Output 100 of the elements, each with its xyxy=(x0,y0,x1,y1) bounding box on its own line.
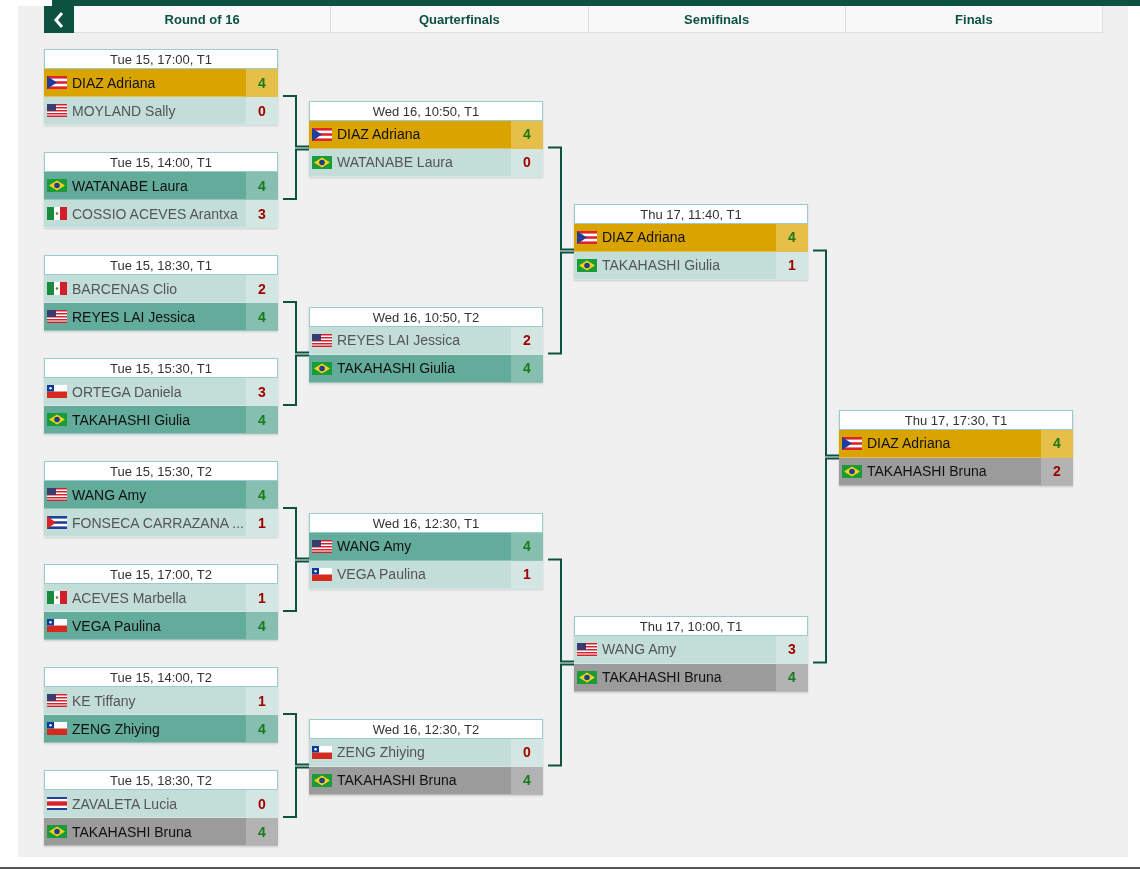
player-score: 3 xyxy=(776,635,808,663)
bracket-line xyxy=(282,507,310,560)
flag-icon xyxy=(47,825,67,838)
flag-icon xyxy=(312,333,332,347)
flag-icon xyxy=(47,385,67,398)
player-score: 4 xyxy=(776,663,808,691)
flag-icon xyxy=(577,230,597,244)
flag-icon xyxy=(47,694,67,707)
flag-icon xyxy=(47,310,67,323)
bracket-line xyxy=(282,301,310,354)
match-time: Wed 16, 12:30, T2 xyxy=(309,718,543,739)
flag-icon xyxy=(312,127,332,141)
player-score: 4 xyxy=(511,532,543,560)
player-score: 3 xyxy=(246,200,278,227)
player-name: WATANABE Laura xyxy=(337,154,454,170)
bracket-line xyxy=(282,95,310,148)
player-name: ACEVES Marbella xyxy=(72,589,188,606)
round-tab[interactable]: Quarterfinals xyxy=(331,6,589,33)
flag-icon xyxy=(312,155,332,169)
player-name: FONSECA CARRAZANA ... xyxy=(72,514,245,531)
player-score: 4 xyxy=(246,303,278,330)
match-time: Wed 16, 10:50, T1 xyxy=(309,100,543,121)
flag-icon xyxy=(47,413,67,426)
player-score: 0 xyxy=(246,97,278,124)
player-name: DIAZ Adriana xyxy=(602,229,687,245)
player-name: ZAVALETA Lucia xyxy=(72,795,179,812)
bracket-line xyxy=(282,354,310,406)
player-score: 1 xyxy=(246,687,278,714)
player-score: 4 xyxy=(246,406,278,433)
player-name: ZENG Zhiying xyxy=(337,744,426,760)
player-name: BARCENAS Clio xyxy=(72,280,179,297)
player-score: 1 xyxy=(246,509,278,536)
flag-icon xyxy=(47,179,67,192)
bracket-line xyxy=(282,560,310,612)
match-time: Tue 15, 15:30, T2 xyxy=(44,461,278,481)
bracket-line xyxy=(282,148,310,200)
match-time: Tue 15, 14:00, T2 xyxy=(44,667,278,687)
match-time: Wed 16, 12:30, T1 xyxy=(309,512,543,533)
flag-icon xyxy=(47,488,67,501)
player-name: WANG Amy xyxy=(602,641,678,657)
player-name: COSSIO ACEVES Arantxa xyxy=(72,205,239,222)
flag-icon xyxy=(842,436,862,450)
player-score: 4 xyxy=(1041,429,1073,457)
player-score: 1 xyxy=(246,584,278,611)
flag-icon xyxy=(577,642,597,656)
player-name: TAKAHASHI Giulia xyxy=(602,257,721,273)
flag-icon xyxy=(842,464,862,478)
round-tab[interactable]: Round of 16 xyxy=(74,6,332,33)
flag-icon xyxy=(47,104,67,117)
flag-icon xyxy=(577,670,597,684)
player-name: DIAZ Adriana xyxy=(867,435,952,451)
player-name: DIAZ Adriana xyxy=(337,126,422,142)
bracket-line xyxy=(282,766,310,818)
player-score: 4 xyxy=(776,223,808,251)
player-name: TAKAHASHI Bruna xyxy=(602,669,723,685)
match-time: Wed 16, 10:50, T2 xyxy=(309,306,543,327)
match-time: Tue 15, 14:00, T1 xyxy=(44,152,278,172)
player-name: VEGA Paulina xyxy=(337,566,427,582)
player-score: 2 xyxy=(246,275,278,302)
flag-icon xyxy=(47,619,67,632)
match-time: Thu 17, 11:40, T1 xyxy=(574,203,808,224)
player-name: WANG Amy xyxy=(337,538,413,554)
player-name: TAKAHASHI Giulia xyxy=(337,360,456,376)
player-score: 4 xyxy=(246,172,278,199)
player-score: 0 xyxy=(511,148,543,176)
chevron-left-icon xyxy=(54,11,64,28)
flag-icon xyxy=(47,76,67,89)
player-name: ORTEGA Daniela xyxy=(72,383,183,400)
match-time: Tue 15, 17:00, T1 xyxy=(44,49,278,69)
flag-icon xyxy=(47,797,67,810)
player-name: DIAZ Adriana xyxy=(72,74,157,91)
player-name: WANG Amy xyxy=(72,486,148,503)
match-time: Thu 17, 10:00, T1 xyxy=(574,615,808,636)
flag-icon xyxy=(47,516,67,529)
player-name: REYES LAI Jessica xyxy=(72,308,196,325)
player-name: MOYLAND Sally xyxy=(72,102,177,119)
round-tab[interactable]: Semifinals xyxy=(588,6,846,33)
player-name: WATANABE Laura xyxy=(72,177,189,194)
player-score: 1 xyxy=(511,560,543,588)
flag-icon xyxy=(312,567,332,581)
player-score: 4 xyxy=(246,69,278,96)
match-time: Thu 17, 17:30, T1 xyxy=(839,409,1073,430)
player-name: ZENG Zhiying xyxy=(72,720,161,737)
player-score: 4 xyxy=(246,481,278,508)
player-name: KE Tiffany xyxy=(72,692,137,709)
round-tab[interactable]: Finals xyxy=(845,6,1103,33)
player-name: REYES LAI Jessica xyxy=(337,332,461,348)
flag-icon xyxy=(47,207,67,220)
match-time: Tue 15, 17:00, T2 xyxy=(44,564,278,584)
flag-icon xyxy=(47,722,67,735)
back-button[interactable] xyxy=(44,6,74,33)
player-score: 4 xyxy=(246,715,278,742)
player-name: TAKAHASHI Bruna xyxy=(337,772,458,788)
flag-icon xyxy=(312,773,332,787)
flag-icon xyxy=(312,745,332,759)
player-score: 0 xyxy=(246,790,278,817)
match-time: Tue 15, 18:30, T2 xyxy=(44,770,278,790)
player-score: 2 xyxy=(511,326,543,354)
player-name: TAKAHASHI Bruna xyxy=(72,823,193,840)
player-score: 1 xyxy=(776,251,808,279)
